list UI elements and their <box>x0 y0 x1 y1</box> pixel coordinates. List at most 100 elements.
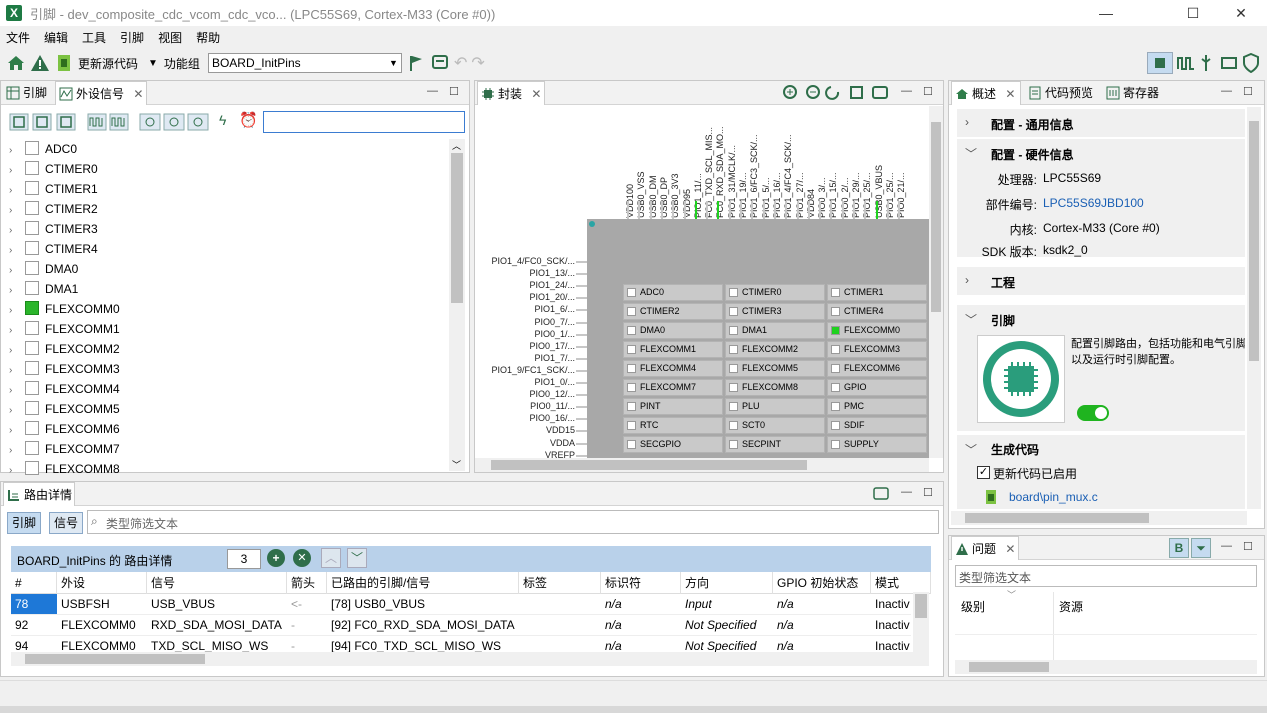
minimize-panel-icon[interactable]: — <box>901 85 912 97</box>
peripheral-cell-checkbox[interactable] <box>627 364 636 373</box>
left-pin-label[interactable]: PIO1_6/... <box>534 304 575 314</box>
left-pin-label[interactable]: VREFP <box>545 450 575 458</box>
column-header[interactable]: 信号 <box>147 572 287 594</box>
peripheral-cell[interactable]: GPIO <box>827 379 927 396</box>
column-header[interactable]: 标识符 <box>601 572 681 594</box>
peripheral-cell[interactable]: CTIMER1 <box>827 284 927 301</box>
peripheral-cell[interactable]: ADC0 <box>623 284 723 301</box>
peripheral-cell-checkbox[interactable] <box>729 402 738 411</box>
peripheral-cell-checkbox[interactable] <box>831 307 840 316</box>
tree-item-checkbox[interactable] <box>25 441 39 455</box>
close-tab-icon[interactable]: ✕ <box>1005 87 1015 101</box>
peripheral-cell[interactable]: CTIMER0 <box>725 284 825 301</box>
tree-item-checkbox[interactable] <box>25 301 39 315</box>
close-button[interactable]: ✕ <box>1218 0 1264 26</box>
column-header[interactable]: 已路由的引脚/信号 <box>327 572 519 594</box>
tree-item[interactable]: › FLEXCOMM2 <box>9 339 120 359</box>
tree-item[interactable]: › FLEXCOMM7 <box>9 439 120 459</box>
section-config-general[interactable]: › 配置 - 通用信息 <box>957 109 1245 137</box>
chevron-right-icon[interactable]: › <box>9 201 21 221</box>
peripheral-cell[interactable]: FLEXCOMM5 <box>725 360 825 377</box>
peripheral-cell[interactable]: SECGPIO <box>623 436 723 453</box>
peripheral-cell-checkbox[interactable] <box>729 421 738 430</box>
peripheral-cell[interactable]: PMC <box>827 398 927 415</box>
peripheral-cell[interactable]: FLEXCOMM1 <box>623 341 723 358</box>
pin-mux-file-link[interactable]: board\pin_mux.c <box>1009 490 1098 504</box>
chevron-right-icon[interactable]: › <box>9 441 21 461</box>
maximize-panel-icon[interactable]: ☐ <box>1243 540 1253 553</box>
tree-item-checkbox[interactable] <box>25 401 39 415</box>
minimize-panel-icon[interactable]: — <box>1221 540 1232 552</box>
chevron-right-icon[interactable]: › <box>9 221 21 241</box>
zoom-tools-icons[interactable] <box>781 84 889 102</box>
problems-filter-input[interactable]: 类型筛选文本 <box>955 565 1257 587</box>
alarm-icon[interactable]: ⏰ <box>239 111 258 129</box>
memory-icon[interactable] <box>1220 54 1238 72</box>
tree-item-checkbox[interactable] <box>25 161 39 175</box>
tab-peripheral-signals[interactable]: 外设信号 ✕ <box>55 81 147 105</box>
peripheral-cell[interactable]: CTIMER4 <box>827 303 927 320</box>
tree-item[interactable]: › CTIMER2 <box>9 199 98 219</box>
tree-item[interactable]: › FLEXCOMM3 <box>9 359 120 379</box>
peripheral-cell[interactable]: CTIMER3 <box>725 303 825 320</box>
pins-tool-tile[interactable] <box>977 335 1065 423</box>
peripheral-cell-checkbox[interactable] <box>831 326 840 335</box>
left-pin-label[interactable]: PIO0_16/... <box>529 413 575 423</box>
scroll-up-icon[interactable]: ︿ <box>452 139 461 152</box>
routing-h-scrollbar[interactable] <box>11 652 929 666</box>
code-view-icon[interactable] <box>430 53 450 73</box>
left-pin-label[interactable]: PIO1_7/... <box>534 353 575 363</box>
peripheral-cell-checkbox[interactable] <box>729 307 738 316</box>
peripheral-cell-checkbox[interactable] <box>627 288 636 297</box>
move-up-icon[interactable]: ︿ <box>321 548 341 568</box>
maximize-panel-icon[interactable]: ☐ <box>923 85 933 98</box>
code-view-icon[interactable] <box>873 486 889 502</box>
chevron-right-icon[interactable]: › <box>9 321 21 341</box>
column-header[interactable]: 方向 <box>681 572 773 594</box>
scrollbar-thumb[interactable] <box>451 153 463 303</box>
clocks-icon[interactable] <box>1177 55 1195 71</box>
chevron-right-icon[interactable]: › <box>9 161 21 181</box>
peripheral-cell-checkbox[interactable] <box>729 288 738 297</box>
tree-item[interactable]: › CTIMER4 <box>9 239 98 259</box>
routing-filter-input[interactable]: ⌕ 类型筛选文本 <box>87 510 939 534</box>
pins-view-button[interactable]: 引脚 <box>7 512 41 534</box>
tab-pins[interactable]: 引脚 <box>3 81 53 105</box>
close-tab-icon[interactable]: ✕ <box>133 87 143 101</box>
left-pin-label[interactable]: PIO1_13/... <box>529 268 575 278</box>
add-row-icon[interactable]: + <box>267 549 285 567</box>
left-pin-label[interactable]: PIO1_9/FC1_SCK/... <box>491 365 575 375</box>
scrollbar-thumb[interactable] <box>1249 121 1259 361</box>
tree-item[interactable]: › FLEXCOMM1 <box>9 319 120 339</box>
minimize-button[interactable]: — <box>1083 0 1129 26</box>
minimize-panel-icon[interactable]: — <box>427 85 438 97</box>
minimize-panel-icon[interactable]: — <box>901 486 912 498</box>
column-header[interactable]: 外设 <box>57 572 147 594</box>
left-pin-label[interactable]: VDDA <box>550 438 575 448</box>
tree-item-checkbox[interactable] <box>25 421 39 435</box>
left-pin-label[interactable]: PIO0_1/... <box>534 329 575 339</box>
peripheral-cell-checkbox[interactable] <box>627 326 636 335</box>
peripheral-cell[interactable]: SDIF <box>827 417 927 434</box>
problems-h-scrollbar[interactable] <box>955 660 1257 674</box>
chevron-right-icon[interactable]: › <box>9 461 21 481</box>
section-config-hw-title[interactable]: 配置 - 硬件信息 <box>991 146 1074 163</box>
peripheral-cell-checkbox[interactable] <box>831 383 840 392</box>
chevron-right-icon[interactable]: › <box>9 421 21 441</box>
home-icon[interactable] <box>6 53 26 73</box>
close-tab-icon[interactable]: ✕ <box>1005 542 1015 556</box>
scrollbar-thumb[interactable] <box>491 460 807 470</box>
tree-item-checkbox[interactable] <box>25 341 39 355</box>
left-pin-label[interactable]: PIO0_11/... <box>530 401 575 411</box>
tree-item-checkbox[interactable] <box>25 321 39 335</box>
menu-edit[interactable]: 编辑 <box>44 29 68 46</box>
tab-registers[interactable]: 寄存器 <box>1103 81 1173 105</box>
remove-row-icon[interactable]: ✕ <box>293 549 311 567</box>
column-header[interactable]: # <box>11 572 57 594</box>
tab-code-preview[interactable]: 代码预览 <box>1025 81 1101 105</box>
tree-item-checkbox[interactable] <box>25 281 39 295</box>
tab-package[interactable]: 封装 ✕ <box>477 81 545 105</box>
left-pin-label[interactable]: PIO1_24/... <box>529 280 575 290</box>
peripheral-cell[interactable]: SCT0 <box>725 417 825 434</box>
undo-icon[interactable]: ↶ <box>454 53 467 73</box>
